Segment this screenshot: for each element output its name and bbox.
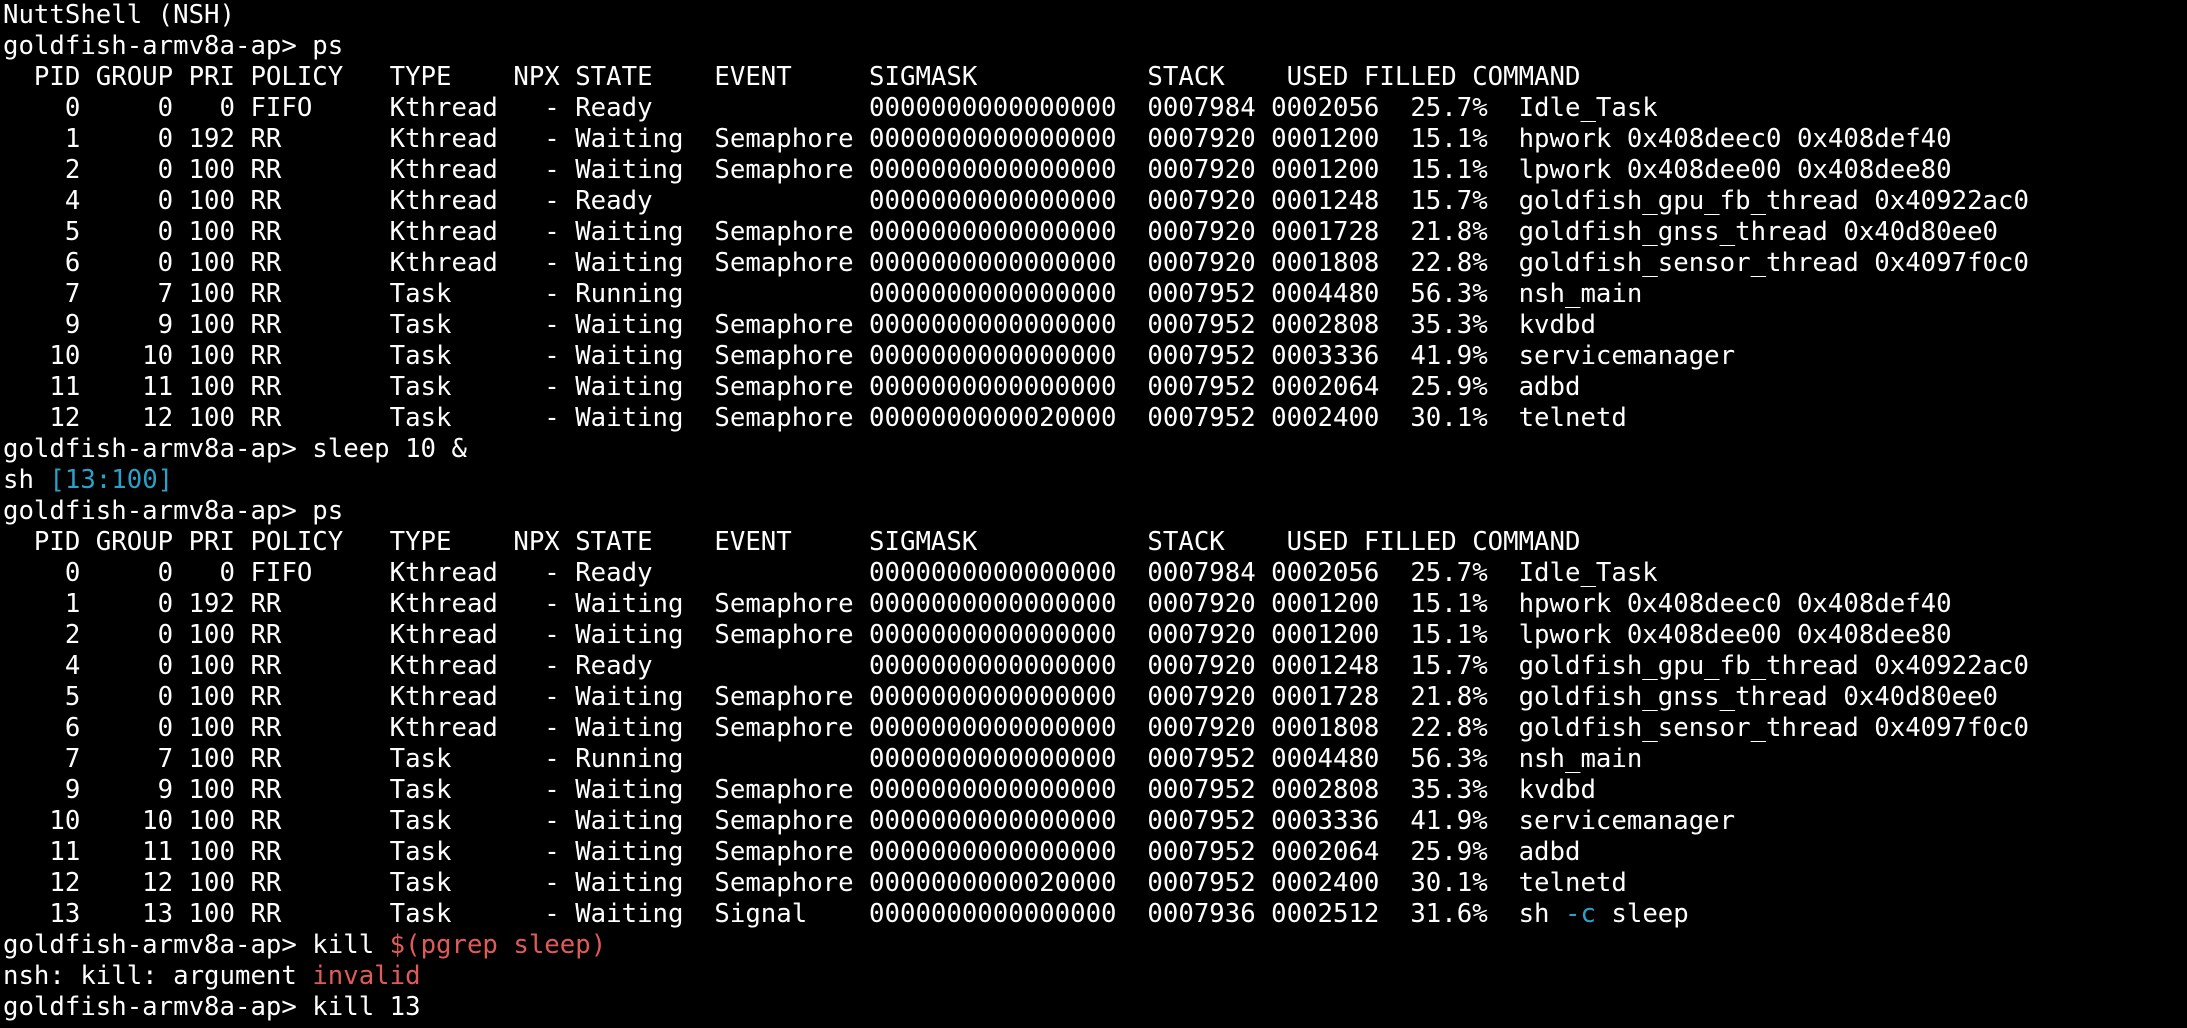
terminal-text-segment: 6 0 100 RR Kthread - Waiting Semaphore 0… [3,248,2029,278]
terminal-line: 9 9 100 RR Task - Waiting Semaphore 0000… [3,310,2187,341]
terminal-text-segment: 10 10 100 RR Task - Waiting Semaphore 00… [3,806,1736,836]
terminal-line: goldfish-armv8a-ap> kill 13 [3,992,2187,1023]
terminal-line: NuttShell (NSH) [3,0,2187,31]
terminal-text-segment: 7 7 100 RR Task - Running 00000000000000… [3,279,1643,309]
terminal-line: 4 0 100 RR Kthread - Ready 0000000000000… [3,186,2187,217]
terminal-window[interactable]: NuttShell (NSH) goldfish-armv8a-ap> ps PI… [0,0,2187,1028]
terminal-line: 1 0 192 RR Kthread - Waiting Semaphore 0… [3,124,2187,155]
terminal-text-segment: [13:100] [49,465,174,495]
terminal-line: 0 0 0 FIFO Kthread - Ready 0000000000000… [3,558,2187,589]
terminal-line: 12 12 100 RR Task - Waiting Semaphore 00… [3,403,2187,434]
terminal-line: 12 12 100 RR Task - Waiting Semaphore 00… [3,868,2187,899]
terminal-text-segment: 11 11 100 RR Task - Waiting Semaphore 00… [3,372,1581,402]
terminal-line: 6 0 100 RR Kthread - Waiting Semaphore 0… [3,713,2187,744]
terminal-text-segment: goldfish-armv8a-ap> ps [3,31,344,61]
terminal-text-segment: 10 10 100 RR Task - Waiting Semaphore 00… [3,341,1736,371]
terminal-line: PID GROUP PRI POLICY TYPE NPX STATE EVEN… [3,527,2187,558]
terminal-line: 4 0 100 RR Kthread - Ready 0000000000000… [3,651,2187,682]
terminal-text-segment: 0 0 0 FIFO Kthread - Ready 0000000000000… [3,558,1658,588]
terminal-line: 9 9 100 RR Task - Waiting Semaphore 0000… [3,775,2187,806]
terminal-text-segment: -c [1564,899,1596,929]
terminal-text-segment: 2 0 100 RR Kthread - Waiting Semaphore 0… [3,155,1952,185]
terminal-line: goldfish-armv8a-ap> sleep 10 & [3,434,2187,465]
terminal-text-segment: PID GROUP PRI POLICY TYPE NPX STATE EVEN… [3,62,1581,92]
terminal-line: sh [13:100] [3,465,2187,496]
terminal-text-segment: NuttShell (NSH) [3,0,235,30]
terminal-line: 5 0 100 RR Kthread - Waiting Semaphore 0… [3,682,2187,713]
terminal-line: 11 11 100 RR Task - Waiting Semaphore 00… [3,372,2187,403]
terminal-line: 6 0 100 RR Kthread - Waiting Semaphore 0… [3,248,2187,279]
terminal-text-segment: 4 0 100 RR Kthread - Ready 0000000000000… [3,651,2029,681]
terminal-line: 10 10 100 RR Task - Waiting Semaphore 00… [3,806,2187,837]
terminal-line: PID GROUP PRI POLICY TYPE NPX STATE EVEN… [3,62,2187,93]
terminal-text-segment: 0 0 0 FIFO Kthread - Ready 0000000000000… [3,93,1658,123]
terminal-text-segment: sh [3,465,50,495]
terminal-line: 2 0 100 RR Kthread - Waiting Semaphore 0… [3,155,2187,186]
terminal-text-segment: 1 0 192 RR Kthread - Waiting Semaphore 0… [3,589,1952,619]
terminal-line: goldfish-armv8a-ap> ps [3,31,2187,62]
terminal-line: 1 0 192 RR Kthread - Waiting Semaphore 0… [3,589,2187,620]
terminal-line: 13 13 100 RR Task - Waiting Signal 00000… [3,899,2187,930]
terminal-text-segment: $(pgrep sleep) [389,930,607,960]
terminal-line: 0 0 0 FIFO Kthread - Ready 0000000000000… [3,93,2187,124]
terminal-line: 7 7 100 RR Task - Running 00000000000000… [3,744,2187,775]
terminal-text-segment: 4 0 100 RR Kthread - Ready 0000000000000… [3,186,2029,216]
terminal-text-segment: 7 7 100 RR Task - Running 00000000000000… [3,744,1643,774]
terminal-line: nsh: kill: argument invalid [3,961,2187,992]
terminal-text-segment: 1 0 192 RR Kthread - Waiting Semaphore 0… [3,124,1952,154]
terminal-text-segment: goldfish-armv8a-ap> ps [3,496,344,526]
terminal-line: 10 10 100 RR Task - Waiting Semaphore 00… [3,341,2187,372]
terminal-text-segment: PID GROUP PRI POLICY TYPE NPX STATE EVEN… [3,527,1581,557]
terminal-text-segment: 9 9 100 RR Task - Waiting Semaphore 0000… [3,310,1596,340]
terminal-text-segment: nsh: kill: argument [3,961,313,991]
terminal-line: 2 0 100 RR Kthread - Waiting Semaphore 0… [3,620,2187,651]
terminal-text-segment: 13 13 100 RR Task - Waiting Signal 00000… [3,899,1565,929]
terminal-text-segment: 12 12 100 RR Task - Waiting Semaphore 00… [3,868,1627,898]
terminal-line: goldfish-armv8a-ap> kill $(pgrep sleep) [3,930,2187,961]
terminal-text-segment: sleep [1595,899,1689,929]
terminal-text-segment: 6 0 100 RR Kthread - Waiting Semaphore 0… [3,713,2029,743]
terminal-line: 11 11 100 RR Task - Waiting Semaphore 00… [3,837,2187,868]
terminal-text-segment: 2 0 100 RR Kthread - Waiting Semaphore 0… [3,620,1952,650]
terminal-text-segment: 11 11 100 RR Task - Waiting Semaphore 00… [3,837,1581,867]
terminal-text-segment: goldfish-armv8a-ap> kill 13 [3,992,421,1022]
terminal-text-segment: 5 0 100 RR Kthread - Waiting Semaphore 0… [3,217,1999,247]
terminal-line: 7 7 100 RR Task - Running 00000000000000… [3,279,2187,310]
terminal-line: 5 0 100 RR Kthread - Waiting Semaphore 0… [3,217,2187,248]
terminal-text-segment: goldfish-armv8a-ap> kill [3,930,390,960]
terminal-text-segment: 9 9 100 RR Task - Waiting Semaphore 0000… [3,775,1596,805]
terminal-text-segment: invalid [312,961,421,991]
terminal-text-segment: 12 12 100 RR Task - Waiting Semaphore 00… [3,403,1627,433]
terminal-line: goldfish-armv8a-ap> ps [3,496,2187,527]
terminal-text-segment: 5 0 100 RR Kthread - Waiting Semaphore 0… [3,682,1999,712]
terminal-text-segment: goldfish-armv8a-ap> sleep 10 & [3,434,467,464]
